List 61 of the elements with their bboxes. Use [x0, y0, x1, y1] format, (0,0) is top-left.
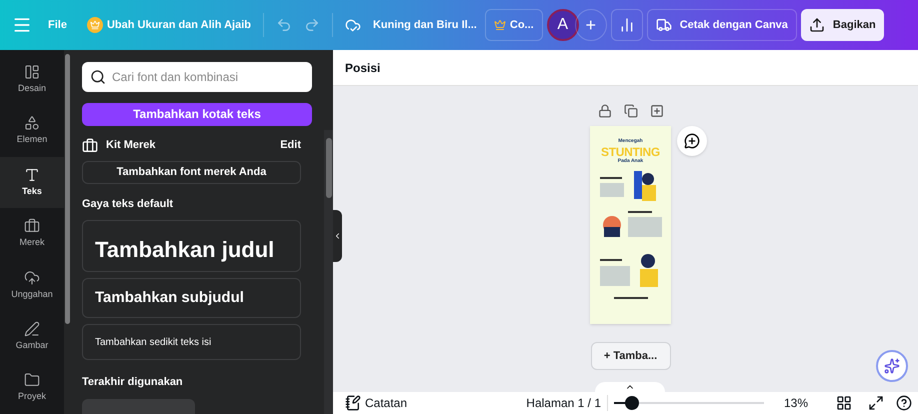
folder-icon — [24, 372, 40, 388]
search-field[interactable]: Cari font dan kombinasi — [82, 62, 312, 92]
lock-icon[interactable] — [598, 104, 612, 118]
rail-item[interactable]: Desain — [0, 54, 64, 106]
scrollbar[interactable] — [65, 54, 70, 324]
slider-thumb[interactable] — [625, 396, 639, 410]
avatar[interactable]: A — [546, 9, 579, 41]
text-style-option[interactable]: Tambahkan subjudul — [82, 278, 301, 318]
add-member-button[interactable]: + — [574, 9, 607, 41]
cloud-check-icon[interactable] — [344, 17, 361, 33]
magic-button[interactable] — [876, 350, 908, 382]
scrollbar[interactable] — [326, 138, 332, 198]
text-style-option[interactable]: Tambahkan sedikit teks isi — [82, 324, 301, 360]
poster-title: STUNTING — [601, 146, 660, 158]
rail-item[interactable]: Elemen — [0, 105, 64, 157]
add-page-icon[interactable] — [650, 104, 664, 118]
rail-item[interactable]: Teks — [0, 156, 64, 208]
zoom-reading: 13% — [784, 395, 810, 412]
sparkles-icon — [884, 358, 900, 374]
briefcase-icon — [82, 138, 98, 154]
insights-button[interactable] — [610, 9, 643, 41]
notes-icon — [345, 395, 361, 411]
add-page-button[interactable]: + Tamba... — [590, 342, 670, 370]
comment-button[interactable] — [677, 126, 707, 156]
comment-icon — [684, 133, 700, 149]
section-title: Gaya teks default — [82, 196, 174, 212]
team-button[interactable]: Co... — [484, 9, 543, 41]
crown-icon — [494, 19, 506, 31]
help-icon[interactable] — [896, 395, 912, 411]
add-textbox-button[interactable]: Tambahkan kotak teks — [82, 103, 312, 126]
duplicate-icon[interactable] — [624, 104, 638, 118]
page-counter[interactable]: Halaman 1 / 1 — [526, 394, 601, 412]
add-brand-font-button[interactable]: Tambahkan font merek Anda — [82, 160, 301, 184]
design-title[interactable]: Kuning dan Biru Il... — [368, 16, 481, 34]
truck-icon — [656, 17, 672, 33]
briefcase-icon — [24, 218, 40, 234]
rail-item[interactable]: Proyek — [0, 362, 64, 414]
edit-link[interactable]: Edit — [280, 137, 301, 154]
print-button[interactable]: Cetak dengan Canva — [646, 9, 797, 41]
text-style-option[interactable]: Tambahkan judul — [82, 220, 301, 272]
layout-icon — [24, 64, 40, 80]
share-icon — [808, 17, 825, 33]
crown-icon — [86, 17, 103, 33]
rail-item[interactable]: Gambar — [0, 311, 64, 363]
bar-chart-icon — [618, 17, 635, 33]
section-title: Kit Merek — [106, 138, 156, 154]
position-button[interactable]: Posisi — [345, 58, 380, 76]
notes-button[interactable]: Catatan — [345, 394, 408, 412]
fullscreen-icon[interactable] — [868, 395, 884, 411]
collapse-handle[interactable] — [333, 210, 342, 262]
search-icon — [90, 69, 106, 85]
rail-item[interactable]: Unggahan — [0, 260, 64, 312]
rail-item[interactable]: Merek — [0, 208, 64, 260]
share-button[interactable]: Bagikan — [800, 9, 884, 41]
pen-icon — [24, 321, 40, 338]
cloud-upload-icon — [24, 270, 40, 286]
section-title: Terakhir digunakan — [82, 375, 184, 390]
text-icon — [24, 166, 40, 183]
zoom-slider[interactable] — [614, 396, 764, 410]
grid-view-icon[interactable] — [836, 395, 852, 411]
shapes-icon — [24, 115, 40, 132]
